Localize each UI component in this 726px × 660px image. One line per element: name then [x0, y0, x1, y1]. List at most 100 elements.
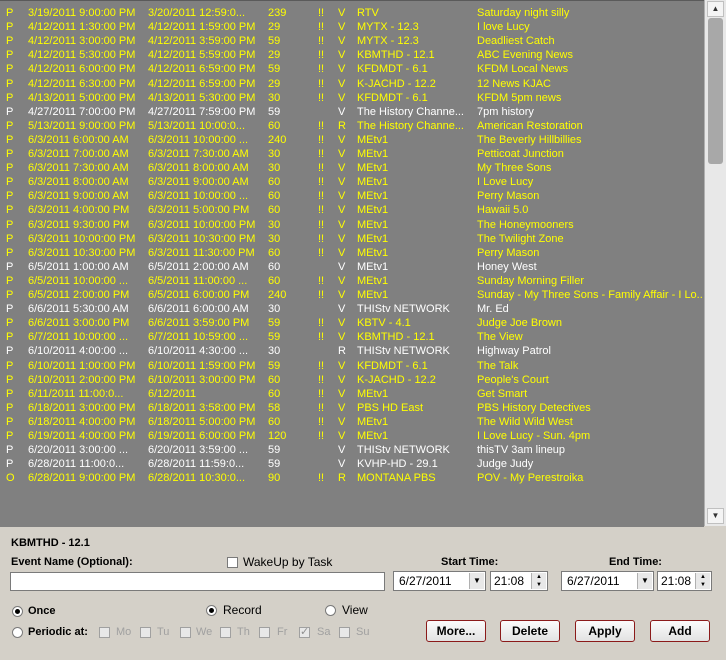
scroll-thumb[interactable]: [708, 18, 723, 164]
list-item[interactable]: P 6/3/2011 4:00:00 PM 6/3/2011 5:00:00 PM 6…: [0, 203, 704, 217]
title-cell: Judge Judy: [477, 458, 534, 471]
list-item[interactable]: P 6/5/2011 10:00:00 ... 6/5/2011 11:00:00 …: [0, 274, 704, 288]
mode-cell: V: [338, 373, 346, 386]
day-th-checkbox[interactable]: [220, 627, 231, 638]
priority-cell: !!: [318, 331, 325, 344]
view-label: View: [342, 603, 368, 617]
list-item[interactable]: P 6/3/2011 10:00:00 PM 6/3/2011 10:30:00 P…: [0, 232, 704, 246]
scroll-down-icon[interactable]: ▼: [707, 508, 724, 524]
chevron-down-icon[interactable]: ▼: [469, 573, 484, 589]
mode-cell: V: [338, 162, 346, 175]
list-item[interactable]: P 6/3/2011 7:00:00 AM 6/3/2011 7:30:00 AM 3…: [0, 147, 704, 161]
start-time-cell: 6/6/2011 3:00:00 PM: [28, 317, 130, 330]
list-item[interactable]: P 6/19/2011 4:00:00 PM 6/19/2011 6:00:00 P…: [0, 429, 704, 443]
channel-cell: MEtv1: [357, 289, 389, 301]
list-item[interactable]: P 4/12/2011 5:30:00 PM 4/12/2011 5:59:00 P…: [0, 48, 704, 62]
list-item[interactable]: P 6/3/2011 9:30:00 PM 6/3/2011 10:00:00 PM…: [0, 218, 704, 232]
list-item[interactable]: P 6/3/2011 10:30:00 PM 6/3/2011 11:30:00 P…: [0, 246, 704, 260]
spin-updown-icon[interactable]: ▲ ▼: [531, 573, 546, 589]
title-cell: American Restoration: [477, 119, 583, 132]
event-name-input[interactable]: [10, 572, 385, 591]
duration-cell: 60: [268, 260, 281, 273]
priority-cell: !!: [318, 204, 325, 217]
start-date-picker[interactable]: 6/27/2011 ▼: [393, 571, 486, 591]
mode-cell: V: [338, 7, 346, 19]
list-item[interactable]: P 4/12/2011 6:30:00 PM 4/12/2011 6:59:00 P…: [0, 77, 704, 91]
day-su-checkbox[interactable]: [339, 627, 350, 638]
list-item[interactable]: P 4/12/2011 6:00:00 PM 4/12/2011 6:59:00 P…: [0, 62, 704, 76]
scroll-up-icon[interactable]: ▲: [707, 1, 724, 17]
status-flag: P: [6, 317, 14, 330]
list-item[interactable]: P 6/6/2011 3:00:00 PM 6/6/2011 3:59:00 PM 5…: [0, 316, 704, 330]
end-time-cell: 6/10/2011 3:00:00 PM: [148, 373, 256, 386]
duration-cell: 239: [268, 7, 287, 19]
status-flag: P: [6, 430, 14, 442]
day-sa-checkbox[interactable]: [299, 625, 310, 638]
title-cell: I Love Lucy - Sun. 4pm: [477, 430, 591, 442]
start-time-cell: 6/28/2011 9:00:00 PM: [28, 472, 136, 485]
end-time-cell: 6/20/2011 3:59:00 ...: [148, 444, 249, 457]
view-radio[interactable]: [325, 605, 336, 616]
vertical-scrollbar[interactable]: ▲ ▼: [704, 0, 726, 526]
title-cell: Hawaii 5.0: [477, 204, 529, 217]
day-mo-checkbox[interactable]: [99, 627, 110, 638]
add-button[interactable]: Add: [650, 620, 710, 642]
list-item[interactable]: P 6/18/2011 3:00:00 PM 6/18/2011 3:58:00 P…: [0, 401, 704, 415]
list-item[interactable]: P 6/6/2011 5:30:00 AM 6/6/2011 6:00:00 AM 3…: [0, 302, 704, 316]
list-item[interactable]: P 6/10/2011 2:00:00 PM 6/10/2011 3:00:00 P…: [0, 373, 704, 387]
channel-cell: MEtv1: [357, 162, 389, 175]
priority-cell: !!: [318, 21, 325, 34]
list-item[interactable]: P 6/28/2011 11:00:0... 6/28/2011 11:59:0..…: [0, 457, 704, 471]
mode-cell: V: [338, 218, 346, 231]
list-item[interactable]: P 4/13/2011 5:00:00 PM 4/13/2011 5:30:00 P…: [0, 91, 704, 105]
list-item[interactable]: P 5/13/2011 9:00:00 PM 5/13/2011 10:00:0..…: [0, 119, 704, 133]
list-item[interactable]: P 6/7/2011 10:00:00 ... 6/7/2011 10:59:00 …: [0, 330, 704, 344]
list-item[interactable]: P 3/19/2011 9:00:00 PM 3/20/2011 12:59:0..…: [0, 6, 704, 20]
day-tu-checkbox[interactable]: [140, 627, 151, 638]
list-item[interactable]: P 6/3/2011 8:00:00 AM 6/3/2011 9:00:00 AM 6…: [0, 175, 704, 189]
duration-cell: 60: [268, 373, 281, 386]
recordings-list[interactable]: P 3/19/2011 9:00:00 PM 3/20/2011 12:59:0..…: [0, 0, 704, 527]
start-time-cell: 6/7/2011 10:00:00 ...: [28, 331, 129, 344]
list-item[interactable]: P 6/10/2011 4:00:00 ... 6/10/2011 4:30:00 …: [0, 344, 704, 358]
list-item[interactable]: P 6/5/2011 1:00:00 AM 6/5/2011 2:00:00 AM 6…: [0, 260, 704, 274]
apply-button[interactable]: Apply: [575, 620, 635, 642]
status-flag: P: [6, 49, 14, 62]
list-item[interactable]: P 4/27/2011 7:00:00 PM 4/27/2011 7:59:00 P…: [0, 105, 704, 119]
channel-cell: MEtv1: [357, 218, 389, 231]
list-item[interactable]: P 6/11/2011 11:00:0... 6/12/2011 60!! V MEtv1…: [0, 387, 704, 401]
record-radio[interactable]: [206, 605, 217, 616]
start-time-cell: 3/19/2011 9:00:00 PM: [28, 7, 136, 19]
list-item[interactable]: P 6/3/2011 7:30:00 AM 6/3/2011 8:00:00 AM 3…: [0, 161, 704, 175]
end-time-spinner[interactable]: 21:08 ▲ ▼: [657, 571, 712, 591]
periodic-radio[interactable]: [12, 627, 23, 638]
list-item[interactable]: P 4/12/2011 3:00:00 PM 4/12/2011 3:59:00 P…: [0, 34, 704, 48]
event-name-label: Event Name (Optional):: [11, 556, 133, 568]
list-item[interactable]: P 6/3/2011 6:00:00 AM 6/3/2011 10:00:00 ..…: [0, 133, 704, 147]
end-date-picker[interactable]: 6/27/2011 ▼: [561, 571, 654, 591]
start-time-cell: 6/3/2011 7:00:00 AM: [28, 148, 129, 160]
day-we-checkbox[interactable]: [180, 627, 191, 638]
list-item[interactable]: P 6/18/2011 4:00:00 PM 6/18/2011 5:00:00 P…: [0, 415, 704, 429]
list-item[interactable]: P 6/10/2011 1:00:00 PM 6/10/2011 1:59:00 P…: [0, 359, 704, 373]
more-button[interactable]: More...: [426, 620, 486, 642]
end-time-cell: 6/19/2011 6:00:00 PM: [148, 430, 256, 442]
list-item[interactable]: P 6/3/2011 9:00:00 AM 6/3/2011 10:00:00 ..…: [0, 189, 704, 203]
list-item[interactable]: P 6/5/2011 2:00:00 PM 6/5/2011 6:00:00 PM 2…: [0, 288, 704, 302]
list-item[interactable]: P 4/12/2011 1:30:00 PM 4/12/2011 1:59:00 P…: [0, 20, 704, 34]
day-fr-checkbox[interactable]: [259, 627, 270, 638]
channel-cell: K-JACHD - 12.2: [357, 77, 436, 90]
title-cell: I Love Lucy: [477, 176, 534, 189]
once-radio[interactable]: [12, 606, 23, 617]
mode-cell: V: [338, 91, 346, 104]
priority-cell: !!: [318, 415, 325, 428]
list-item[interactable]: P 6/20/2011 3:00:00 ... 6/20/2011 3:59:00 …: [0, 443, 704, 457]
start-time-spinner[interactable]: 21:08 ▲ ▼: [490, 571, 548, 591]
spin-updown-icon[interactable]: ▲ ▼: [695, 573, 710, 589]
delete-button[interactable]: Delete: [500, 620, 560, 642]
chevron-down-icon[interactable]: ▼: [637, 573, 652, 589]
wakeup-checkbox[interactable]: [227, 557, 238, 568]
status-flag: P: [6, 232, 14, 245]
list-item[interactable]: O 6/28/2011 9:00:00 PM 6/28/2011 10:30:0..…: [0, 471, 704, 485]
status-flag: P: [6, 133, 14, 146]
